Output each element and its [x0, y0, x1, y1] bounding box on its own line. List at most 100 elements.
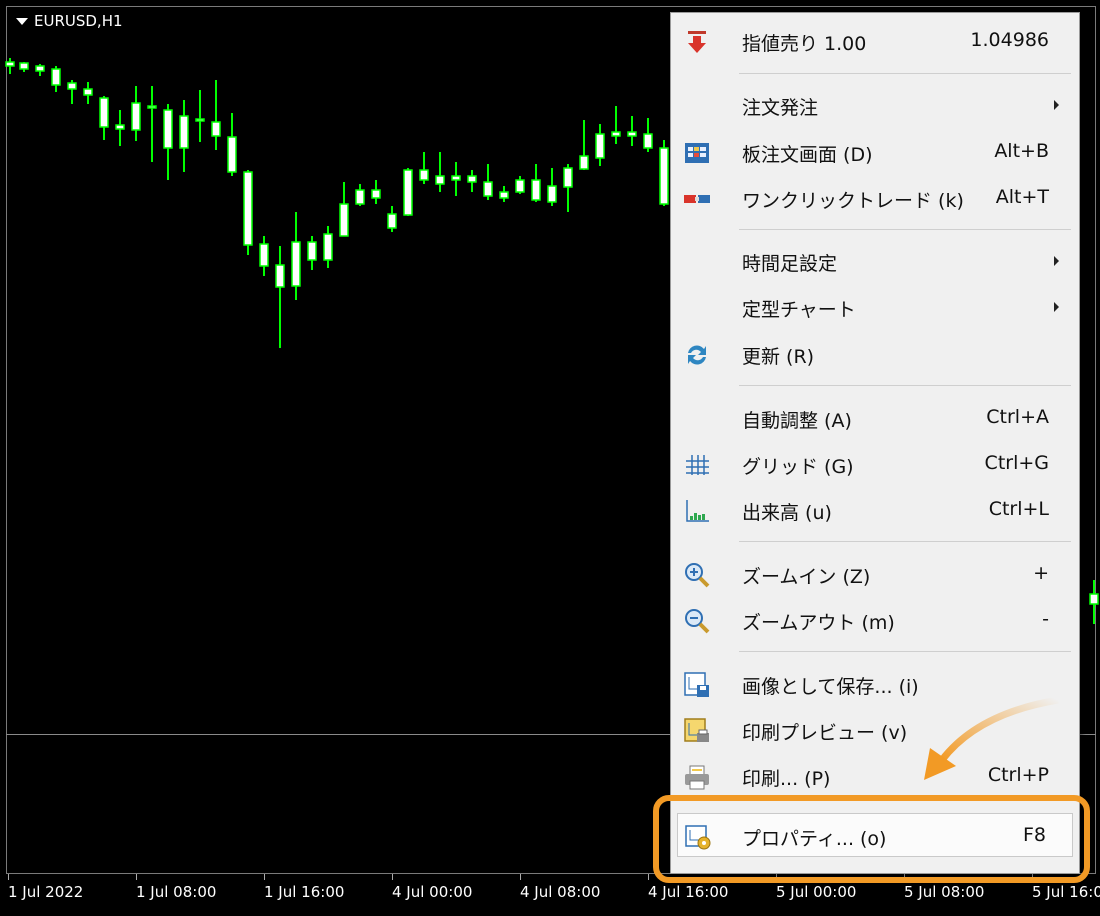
candle-body [595, 133, 605, 159]
candle-body [339, 203, 349, 237]
time-tick-mark [264, 874, 265, 880]
menu-item-new-order[interactable]: 注文発注 [671, 83, 1079, 127]
candle [387, 206, 397, 232]
candle [579, 120, 589, 170]
candle [115, 110, 125, 146]
candle-body [531, 179, 541, 201]
candle-body [579, 155, 589, 170]
candle [227, 113, 237, 176]
candle-body [515, 179, 525, 193]
menu-item-shortcut: Alt+T [995, 186, 1049, 208]
candle [211, 80, 221, 150]
candle [531, 164, 541, 202]
menu-item-volumes[interactable]: 出来高 (u) Ctrl+L [671, 488, 1079, 532]
menu-item-shortcut: 1.04986 [970, 29, 1049, 51]
candle-body [291, 241, 301, 287]
candle [307, 236, 317, 270]
candle [483, 164, 493, 200]
time-tick-label: 4 Jul 08:00 [520, 883, 601, 901]
candle-body [243, 171, 253, 246]
candle-body [5, 61, 15, 67]
menu-item-label: ズームアウト (m) [742, 612, 895, 634]
candle [131, 86, 141, 141]
menu-item-shortcut: + [1033, 562, 1049, 584]
menu-item-label: 注文発注 [742, 97, 819, 119]
candle-body [131, 102, 141, 131]
candle [51, 66, 61, 92]
menu-item-label: ワンクリックトレード (k) [742, 190, 964, 212]
candle-body [403, 169, 413, 216]
candle-body [387, 213, 397, 229]
menu-item-label: 自動調整 (A) [742, 410, 852, 432]
candle [547, 168, 557, 206]
candle [19, 62, 29, 72]
menu-item-auto-scroll[interactable]: 自動調整 (A) Ctrl+A [671, 396, 1079, 440]
menu-item-one-click-trading[interactable]: ワンクリックトレード (k) Alt+T [671, 176, 1079, 220]
candle [435, 152, 445, 192]
candle [35, 64, 45, 76]
menu-item-label: 時間足設定 [742, 253, 838, 275]
candle [339, 182, 349, 237]
time-tick-mark [392, 874, 393, 880]
time-tick-mark [648, 874, 649, 880]
candle [83, 82, 93, 104]
candle [595, 124, 605, 166]
candle-body [371, 189, 381, 199]
submenu-arrow-icon [1054, 302, 1059, 312]
candle-body [195, 118, 205, 122]
menu-item-label: 指値売り 1.00 [742, 33, 867, 55]
candle [659, 140, 669, 206]
candle [1089, 580, 1099, 624]
menu-item-label: 板注文画面 (D) [742, 144, 873, 166]
candle-body [467, 175, 477, 183]
pointer-arrow-icon [924, 696, 1059, 780]
time-tick-mark [136, 874, 137, 880]
candle-body [99, 97, 109, 128]
time-tick-label: 5 Jul 00:00 [776, 883, 857, 901]
candle [243, 170, 253, 255]
menu-item-label: 画像として保存... (i) [742, 676, 919, 698]
menu-item-grid[interactable]: グリッド (G) Ctrl+G [671, 442, 1079, 486]
time-tick-label: 4 Jul 16:00 [648, 883, 729, 901]
candle-body [547, 185, 557, 203]
candle-body [611, 131, 621, 137]
menu-item-sell-limit[interactable]: 指値売り 1.00 1.04986 [671, 19, 1079, 63]
candle-body [435, 175, 445, 185]
zoom-out-icon [683, 607, 711, 635]
highlight-frame [653, 795, 1090, 883]
candle [627, 116, 637, 146]
candle-body [115, 124, 125, 130]
menu-item-template[interactable]: 定型チャート [671, 285, 1079, 329]
menu-item-refresh[interactable]: 更新 (R) [671, 332, 1079, 376]
candle-body [563, 167, 573, 188]
candle [355, 184, 365, 206]
menu-item-depth-of-market[interactable]: 板注文画面 (D) Alt+B [671, 130, 1079, 174]
menu-item-timeframes[interactable]: 時間足設定 [671, 239, 1079, 283]
candle [67, 80, 77, 104]
menu-item-zoom-out[interactable]: ズームアウト (m) - [671, 598, 1079, 642]
menu-separator [739, 541, 1071, 542]
menu-separator [739, 651, 1071, 652]
candle [275, 246, 285, 348]
candle [515, 176, 525, 194]
candle-body [451, 175, 461, 181]
candle-body [19, 62, 29, 70]
menu-item-zoom-in[interactable]: ズームイン (Z) + [671, 552, 1079, 596]
candle-body [51, 68, 61, 86]
candle [195, 90, 205, 142]
candle [563, 164, 573, 212]
menu-item-label: ズームイン (Z) [742, 566, 871, 588]
candle-body [259, 243, 269, 267]
time-tick-label: 1 Jul 2022 [8, 883, 84, 901]
candle [163, 104, 173, 180]
candle-body [307, 241, 317, 261]
candle-body [483, 181, 493, 197]
candle-body [211, 121, 221, 137]
menu-item-label: 印刷... (P) [742, 768, 831, 790]
candle [259, 236, 269, 276]
time-tick-label: 1 Jul 16:00 [264, 883, 345, 901]
candle [499, 186, 509, 202]
menu-item-label: 出来高 (u) [742, 502, 832, 524]
candle-body [323, 233, 333, 261]
time-tick-label: 5 Jul 16:00 [1032, 883, 1100, 901]
